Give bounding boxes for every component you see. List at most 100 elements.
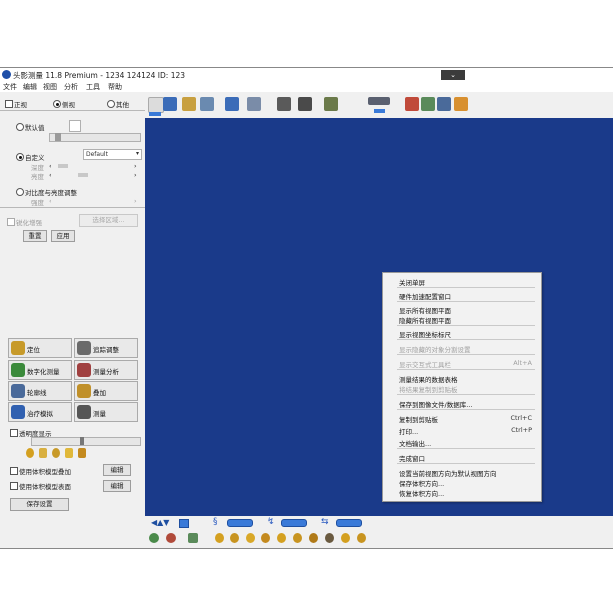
color-layers-icon[interactable] [405,97,419,111]
tool-button-locate[interactable]: 定位 [8,338,72,358]
sharpen-checkbox[interactable] [7,218,15,226]
right-face-icon[interactable] [261,533,270,543]
tool-button-analysis[interactable]: 测量分析 [74,360,138,380]
ctx-item-finish-window[interactable]: 完成窗口 [399,453,425,463]
arrow-right-icon[interactable]: › [134,197,137,205]
mode-radio-3[interactable] [107,100,115,108]
pointer-icon[interactable] [148,97,164,113]
spin-slider[interactable] [336,519,362,527]
mode-radio-2[interactable] [53,100,61,108]
collapse-button[interactable]: ⌄ [441,70,465,80]
ctx-item-print[interactable]: 打印... [399,426,418,436]
menu-tools[interactable]: 工具 [86,82,100,92]
multi-view-icon[interactable] [247,97,261,111]
ctx-item-hw-accel[interactable]: 硬件加速配置窗口 [399,291,451,301]
slider-thumb-3[interactable] [78,173,88,177]
preset-dropdown[interactable]: Default ▾ [83,149,142,160]
tool-button-measure[interactable]: 测量 [74,402,138,422]
tool-button-profile[interactable]: 轮廓线 [8,381,72,401]
nav-arrows-icon[interactable]: ◀▲▼ [151,518,169,527]
ctx-item-hidden-segmentation[interactable]: 显示隐藏的对象分割设置 [399,344,471,354]
ctx-item-document-output[interactable]: 文档输出... [399,438,431,448]
ctx-item-show-planes[interactable]: 显示所有视图平面 [399,305,451,315]
tool-button-simulation[interactable]: 治疗模拟 [8,402,72,422]
volume-overlay-checkbox[interactable] [10,467,18,475]
volume-surface-checkbox[interactable] [10,482,18,490]
tilt-slider[interactable] [281,519,307,527]
ctx-item-hide-planes[interactable]: 隐藏所有视图平面 [399,315,451,325]
oblique-face-icon-1[interactable] [309,533,318,543]
arrow-left-icon[interactable]: ‹ [49,197,52,205]
arrow-left-icon[interactable]: ‹ [49,171,52,179]
tool-button-digitize[interactable]: 数字化测量 [8,360,72,380]
head-icon[interactable] [26,448,34,458]
left-face-icon[interactable] [246,533,255,543]
teeth-icon[interactable] [65,448,73,458]
spin-axis-icon[interactable]: ⇆ [321,517,329,527]
grid-icon[interactable] [421,97,435,111]
slider-track-1[interactable] [49,133,141,142]
rotate-axis-icon[interactable]: § [213,517,218,527]
ctx-item-close-single[interactable]: 关闭单屏 [399,277,425,287]
ctx-item-data-table[interactable]: 测量结果的数据表格 [399,374,458,384]
menu-file[interactable]: 文件 [3,82,17,92]
apply-button[interactable]: 应用 [51,230,75,242]
airway-icon[interactable] [78,448,86,458]
frontal-view-icon[interactable] [182,97,196,111]
mode-checkbox[interactable] [5,100,13,108]
3d-viewport[interactable] [145,118,613,516]
edit-button-2[interactable]: 编辑 [103,480,131,492]
transparency-checkbox[interactable] [10,429,18,437]
panorama-icon[interactable] [368,97,390,105]
select-tool-icon[interactable] [163,97,177,111]
bottom-face-icon[interactable] [293,533,302,543]
ctx-item-copy-results[interactable]: 将结果复制到剪贴板 [399,384,458,394]
slider-thumb-2[interactable] [58,164,68,168]
head-model-icon[interactable] [277,97,291,111]
top-face-icon[interactable] [277,533,286,543]
zoom-out-icon[interactable] [166,533,176,543]
skull-icon[interactable] [39,448,47,458]
menu-view[interactable]: 视图 [43,82,57,92]
oblique-face-icon-3[interactable] [341,533,350,543]
edit-button-1[interactable]: 编辑 [103,464,131,476]
tool-button-superimpose[interactable]: 叠加 [74,381,138,401]
color-swatch[interactable] [69,120,81,132]
ctx-item-restore-orientation[interactable]: 恢复体积方向... [399,488,444,498]
tool-button-trace[interactable]: 追踪调整 [74,338,138,358]
skin-model-icon[interactable] [324,97,338,111]
face-soft-icon[interactable] [52,448,60,458]
select-region-button[interactable]: 选择区域... [79,214,138,227]
transparency-slider[interactable] [31,437,141,446]
oblique-face-icon-4[interactable] [357,533,366,543]
ctx-item-set-default-orientation[interactable]: 设置当前视图方向为默认视图方向 [399,468,497,478]
arrow-right-icon[interactable]: › [134,162,137,170]
nav-box-icon[interactable] [179,519,189,528]
back-face-icon[interactable] [230,533,239,543]
menu-help[interactable]: 帮助 [108,82,122,92]
ctx-item-save-orientation[interactable]: 保存体积方向... [399,478,444,488]
tool-dropdown-indicator[interactable] [149,112,161,116]
slider-thumb-1[interactable] [55,133,61,141]
option-radio-1[interactable] [16,123,24,131]
ctx-item-interactive-toolbar[interactable]: 显示交互式工具栏 [399,359,451,369]
ctx-item-save-image[interactable]: 保存到图像文件/数据库... [399,399,472,409]
arrow-left-icon[interactable]: ‹ [49,162,52,170]
zoom-in-icon[interactable] [149,533,159,543]
front-face-icon[interactable] [215,533,224,543]
reset-button[interactable]: 重置 [23,230,47,242]
lateral-view-icon[interactable] [200,97,214,111]
skull-model-icon[interactable] [298,97,312,111]
fit-view-icon[interactable] [188,533,198,543]
option-radio-3[interactable] [16,188,24,196]
ctx-item-copy[interactable]: 复制到剪贴板 [399,414,438,424]
save-settings-button[interactable]: 保存设置 [10,498,69,511]
layers-icon[interactable] [437,97,451,111]
rotate-slider[interactable] [227,519,253,527]
oblique-face-icon-2[interactable] [325,533,334,543]
arrow-right-icon[interactable]: › [134,171,137,179]
transparency-slider-thumb[interactable] [80,437,84,445]
rotate-view-icon[interactable] [225,97,239,111]
tilt-axis-icon[interactable]: ↯ [267,517,275,527]
option-radio-2[interactable] [16,153,24,161]
